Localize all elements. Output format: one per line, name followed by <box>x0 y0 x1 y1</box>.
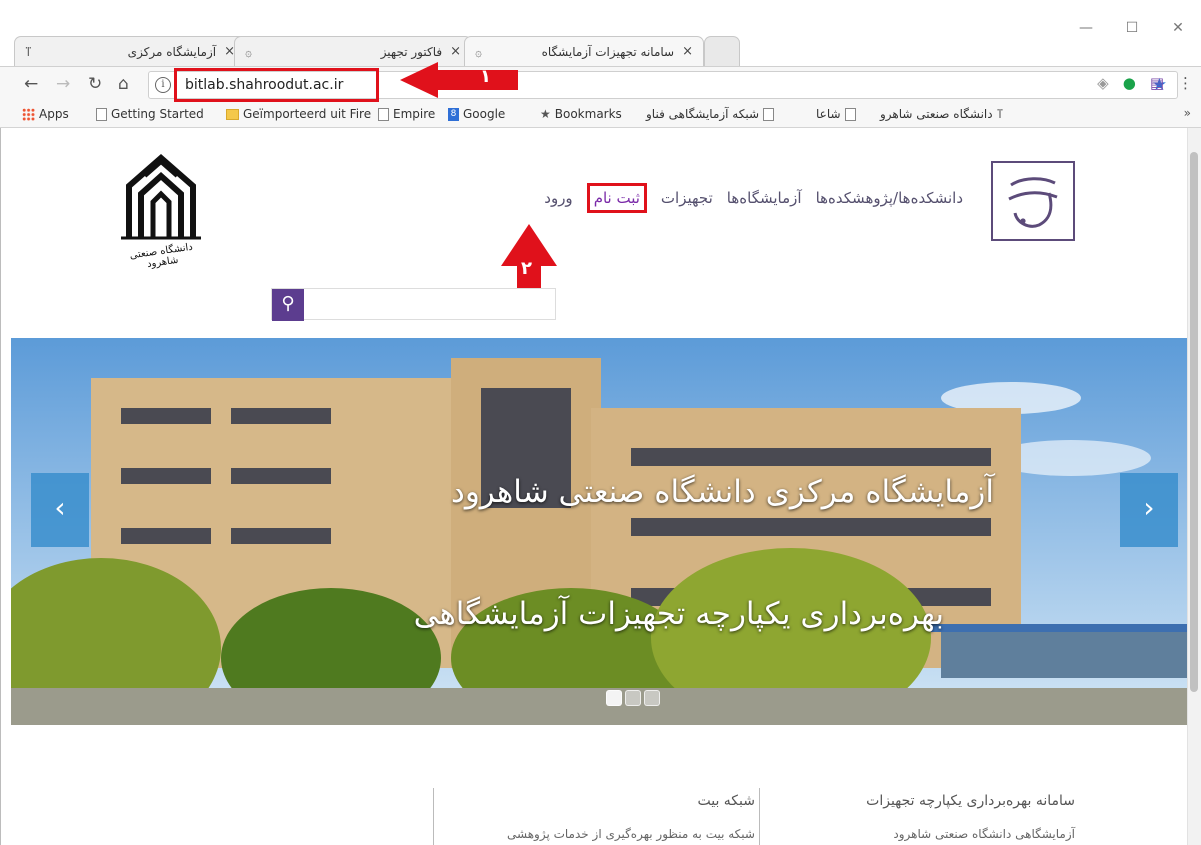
menu-kebab-icon[interactable]: ⋮ <box>1178 74 1193 92</box>
back-arrow-icon[interactable]: ← <box>24 74 38 94</box>
google-icon: 8 <box>448 107 459 121</box>
bookmark-imported-folder[interactable]: Geïmporteerd uit Fire <box>226 107 371 121</box>
bookmark-bookmarks[interactable]: ★ Bookmarks <box>540 107 622 121</box>
tab-lab-equipment-system[interactable]: × سامانه تجهیزات آزمایشگاه ۞ <box>464 36 704 66</box>
bookmark-label: Apps <box>39 107 69 121</box>
extension-icons: ◈ ● ▤ ⋮ <box>1097 74 1193 92</box>
address-bar[interactable]: i bitlab.shahroodut.ac.ir ★ <box>148 68 1178 102</box>
scrollbar-thumb[interactable] <box>1190 152 1198 692</box>
page-icon <box>763 107 775 121</box>
page-scrollbar[interactable] <box>1187 128 1201 845</box>
slide-subtitle: بهره‌برداری یکپارچه تجهیزات آزمایشگاهی <box>413 596 944 632</box>
info-column-bit-network: شبکه بیت شبکه بیت به منظور بهره‌گیری از … <box>507 793 755 841</box>
column-divider <box>433 788 434 845</box>
reload-icon[interactable]: ↻ <box>88 74 102 94</box>
annotation-number-one: ١ <box>480 66 491 87</box>
site-logo-icon <box>1008 177 1058 228</box>
tab-strip: × آزمایشگاه مرکزی ⴶ × فاکتور تجهیز ۞ × س… <box>0 0 1201 66</box>
bookmark-university[interactable]: ⴶ دانشگاه صنعتی شاهرو <box>880 107 1003 121</box>
column-heading: شبکه بیت <box>697 793 755 809</box>
close-window-icon[interactable]: ✕ <box>1155 20 1201 36</box>
university-favicon-icon: ⴶ <box>25 44 32 59</box>
nav-login[interactable]: ورود <box>544 189 572 207</box>
forward-arrow-icon[interactable]: → <box>56 74 70 94</box>
annotation-arrow-one <box>400 62 518 98</box>
search-box: ⚲ <box>271 288 556 321</box>
page-icon <box>96 107 107 121</box>
bookmark-apps[interactable]: Apps <box>22 107 69 121</box>
search-input[interactable] <box>308 293 548 317</box>
slider-dot[interactable] <box>644 690 660 706</box>
tab-title: آزمایشگاه مرکزی <box>127 44 217 59</box>
hero-slider: آزمایشگاه مرکزی دانشگاه صنعتی شاهرود بهر… <box>11 338 1194 725</box>
slider-dot[interactable] <box>625 690 641 706</box>
url-text[interactable]: bitlab.shahroodut.ac.ir <box>174 68 379 102</box>
info-icon[interactable]: i <box>155 77 171 93</box>
university-icon: ⴶ <box>996 107 1004 121</box>
bookmark-label: Empire <box>393 107 436 121</box>
tab-title: سامانه تجهیزات آزمایشگاه <box>541 44 675 59</box>
nav-register[interactable]: ثبت نام <box>586 183 647 213</box>
bookmarks-bar: Apps Getting Started Geïmporteerd uit Fi… <box>0 102 1201 128</box>
slider-dots <box>606 690 660 706</box>
home-icon[interactable]: ⌂ <box>118 74 129 94</box>
bookmark-label: Geïmporteerd uit Fire <box>243 107 372 121</box>
nav-labs[interactable]: آزمایشگاه‌ها <box>727 189 802 207</box>
site-favicon-icon: ۞ <box>475 44 483 59</box>
close-icon[interactable]: × <box>450 44 461 59</box>
site-favicon-icon: ۞ <box>245 44 253 59</box>
page-icon <box>378 107 389 121</box>
column-text: شبکه بیت به منظور بهره‌گیری از خدمات پژو… <box>507 827 755 841</box>
info-column-system: سامانه بهره‌برداری یکپارچه تجهیزات آزمای… <box>866 793 1075 841</box>
page-viewport: دانشگاه صنعتی شاهرود دانشکده‌ها/پژوهشکده… <box>0 128 1201 845</box>
bookmarks-overflow-icon[interactable]: » <box>1184 106 1191 120</box>
main-nav: دانشکده‌ها/پژوهشکده‌ها آزمایشگاه‌ها تجهی… <box>544 183 963 213</box>
bookmark-label: دانشگاه صنعتی شاهرو <box>880 107 993 121</box>
page-icon <box>844 107 856 121</box>
browser-toolbar: ← → ↻ ⌂ i bitlab.shahroodut.ac.ir ★ ◈ ● … <box>0 66 1201 102</box>
slide-title: آزمایشگاه مرکزی دانشگاه صنعتی شاهرود <box>451 474 994 510</box>
slider-building-photo <box>11 338 1194 725</box>
extension-shield-icon[interactable]: ◈ <box>1097 74 1109 92</box>
new-tab-button[interactable] <box>704 36 740 66</box>
bookmark-lab-network[interactable]: شبکه آزمایشگاهی فناو <box>646 107 775 121</box>
column-text: آزمایشگاهی دانشگاه صنعتی شاهرود <box>893 827 1075 841</box>
browser-window: × آزمایشگاه مرکزی ⴶ × فاکتور تجهیز ۞ × س… <box>0 0 1201 845</box>
extension-document-icon[interactable]: ▤ <box>1150 74 1164 92</box>
bookmark-label: شاعا <box>816 107 841 121</box>
close-icon[interactable]: × <box>682 44 693 59</box>
tab-central-lab[interactable]: × آزمایشگاه مرکزی ⴶ <box>14 36 246 66</box>
search-icon[interactable]: ⚲ <box>272 289 304 321</box>
minimize-icon[interactable]: — <box>1063 20 1109 36</box>
star-icon: ★ <box>540 107 551 121</box>
bookmark-label: Getting Started <box>111 107 204 121</box>
column-divider <box>759 788 760 845</box>
annotation-number-two: ٢ <box>521 258 532 279</box>
bookmark-empire[interactable]: Empire <box>378 107 435 121</box>
apps-icon <box>22 107 35 121</box>
tab-title: فاکتور تجهیز <box>380 44 443 59</box>
folder-icon <box>226 108 239 120</box>
bookmark-label: شبکه آزمایشگاهی فناو <box>646 107 760 121</box>
slider-dot[interactable] <box>606 690 622 706</box>
column-heading: سامانه بهره‌برداری یکپارچه تجهیزات <box>866 793 1075 809</box>
bookmark-google[interactable]: 8 Google <box>448 107 505 121</box>
bookmark-label: Google <box>463 107 506 121</box>
slider-prev-button[interactable]: ‹ <box>31 473 89 547</box>
bookmark-label: Bookmarks <box>554 107 622 121</box>
bookmark-shaa[interactable]: شاعا <box>816 107 856 121</box>
site-logo[interactable] <box>991 161 1075 241</box>
slider-next-button[interactable]: › <box>1120 473 1178 547</box>
bookmark-getting-started[interactable]: Getting Started <box>96 107 204 121</box>
extension-green-dot-icon[interactable]: ● <box>1123 74 1136 92</box>
nav-equipment[interactable]: تجهیزات <box>661 189 713 207</box>
maximize-icon[interactable]: ☐ <box>1109 20 1155 36</box>
nav-faculties[interactable]: دانشکده‌ها/پژوهشکده‌ها <box>816 189 963 207</box>
window-controls: — ☐ ✕ <box>1063 20 1201 36</box>
